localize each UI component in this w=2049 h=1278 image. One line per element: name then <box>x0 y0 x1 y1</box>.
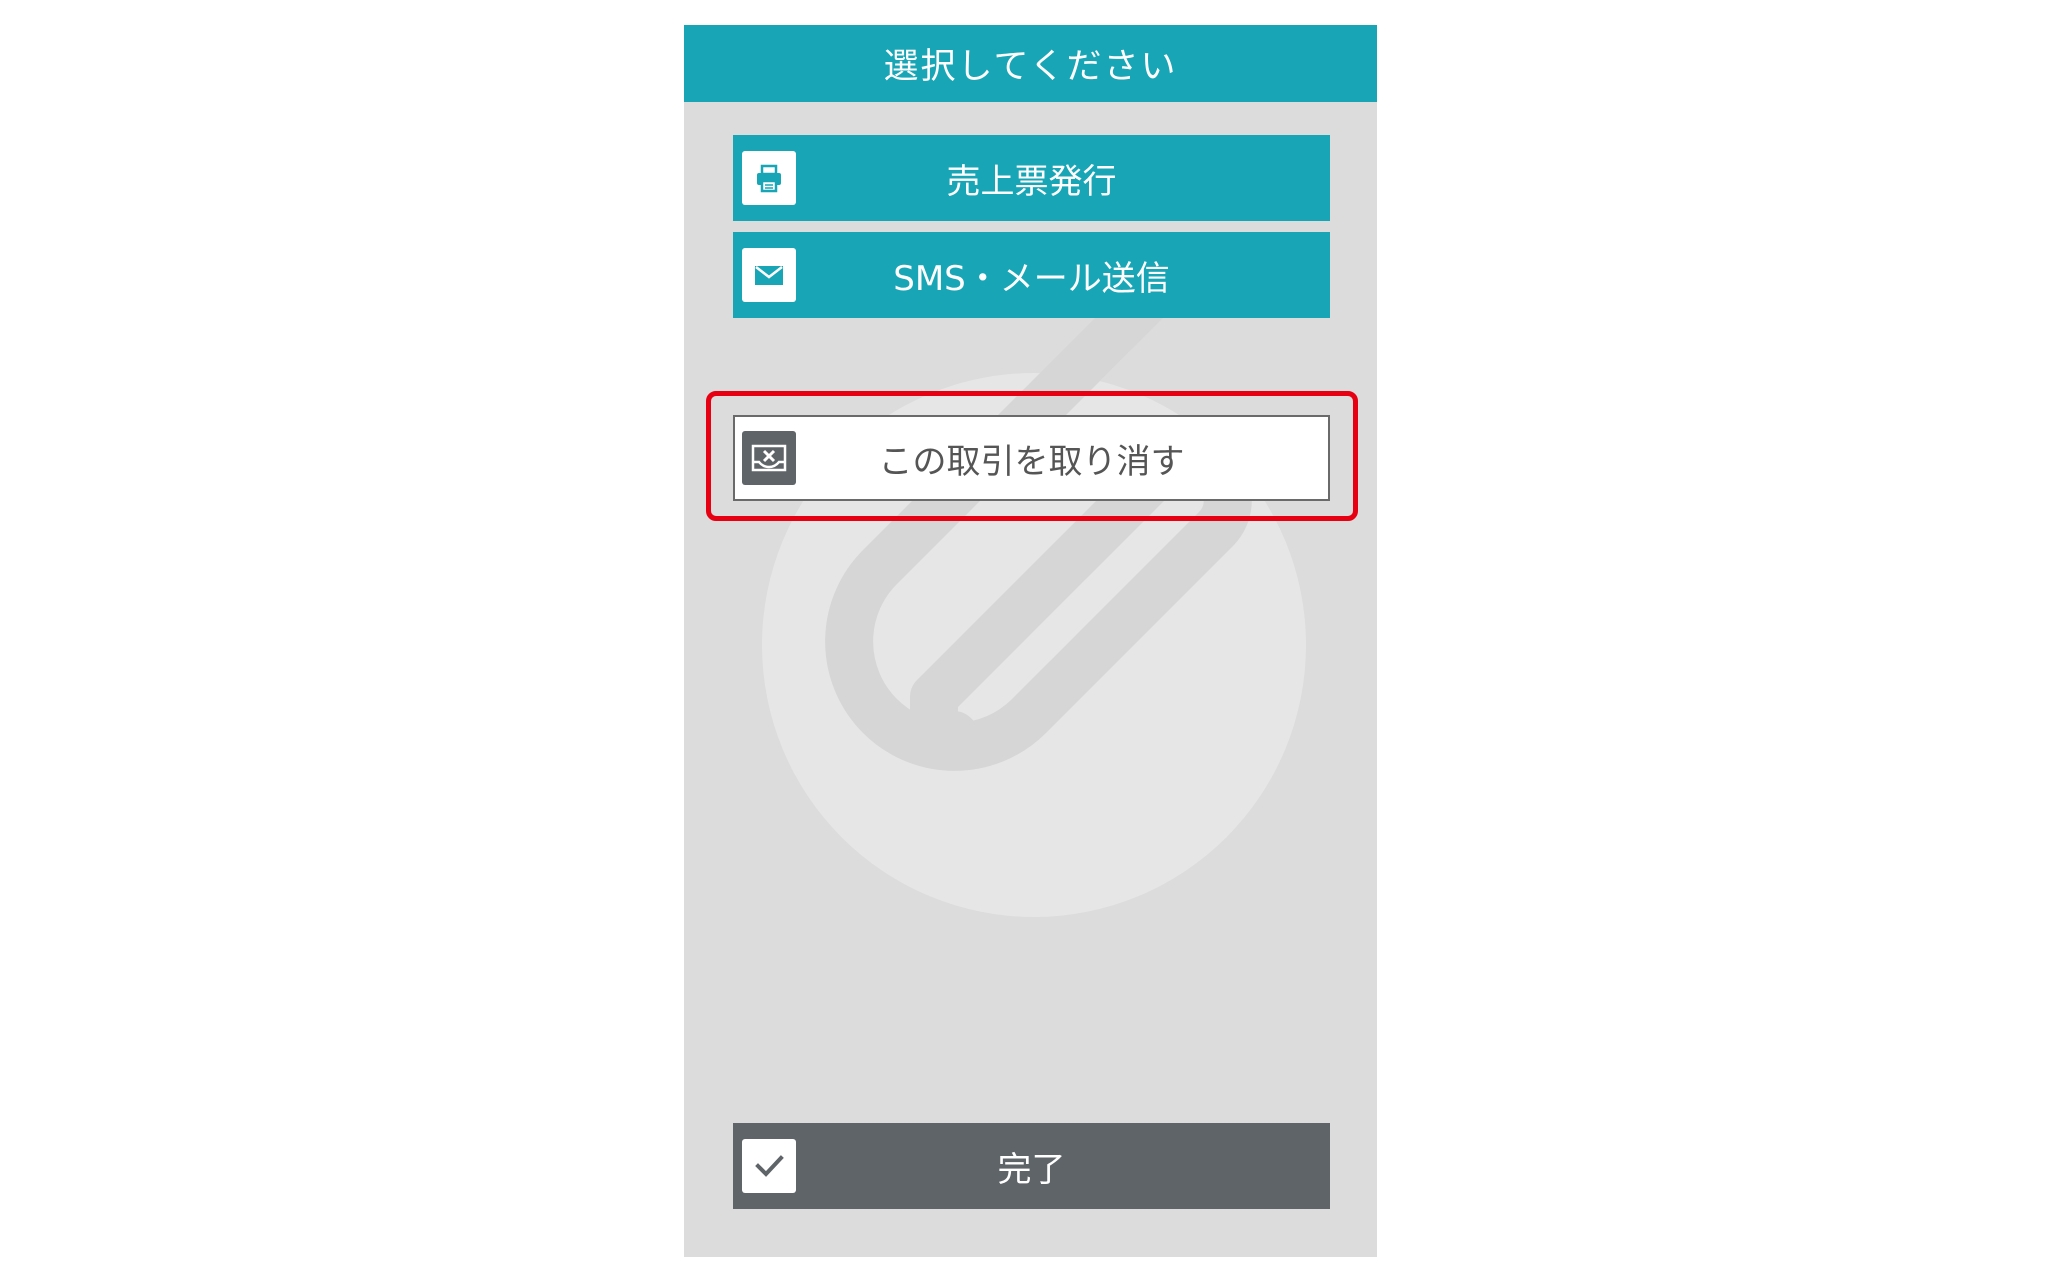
page-title: 選択してください <box>684 25 1377 102</box>
done-button[interactable]: 完了 <box>733 1123 1330 1209</box>
sms-mail-send-label: SMS・メール送信 <box>893 258 1170 299</box>
cancel-transaction-label: この取引を取り消す <box>878 441 1185 482</box>
sms-mail-send-button[interactable]: SMS・メール送信 <box>733 232 1330 318</box>
done-label: 完了 <box>997 1149 1066 1190</box>
app-screen: 選択してください 売上票発行 SMS・メール送信 この取引を取り消す 完了 <box>684 25 1377 1257</box>
issue-receipt-button[interactable]: 売上票発行 <box>733 135 1330 221</box>
cancel-transaction-button[interactable]: この取引を取り消す <box>733 415 1330 501</box>
page-title-text: 選択してください <box>883 47 1178 87</box>
issue-receipt-label: 売上票発行 <box>946 161 1117 202</box>
